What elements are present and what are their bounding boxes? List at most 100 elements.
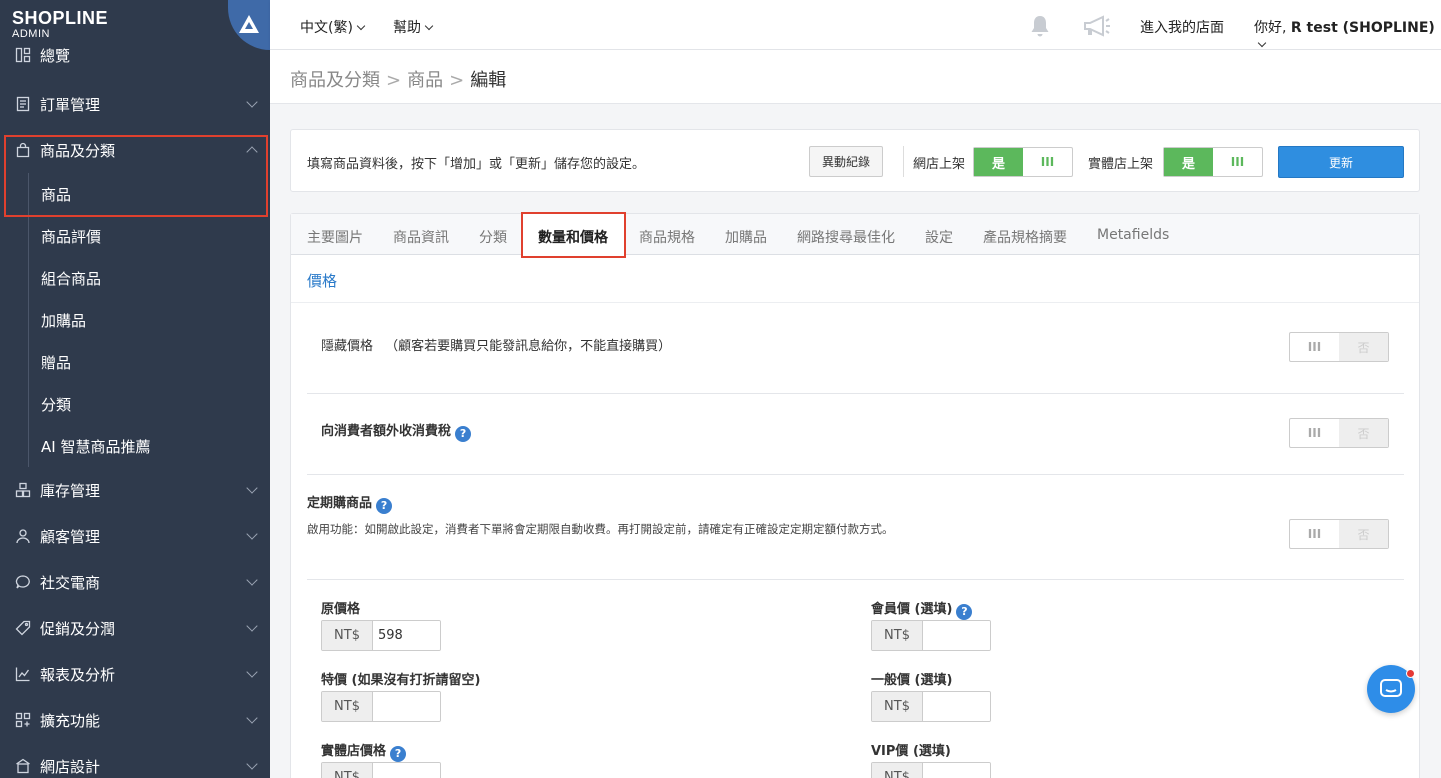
sidebar-item-extensions[interactable]: 擴充功能 [0,697,270,743]
sale-price-input[interactable]: NT$ [321,691,441,722]
general-price-input[interactable]: NT$ [871,691,991,722]
update-button[interactable]: 更新 [1278,146,1404,178]
sidebar-subitem-addons[interactable]: 加購品 [0,299,270,341]
chat-bubble-icon [14,573,32,591]
user-name: R test (SHOPLINE) [1290,20,1435,36]
tab-categories[interactable]: 分類 [479,227,507,247]
breadcrumb-level-1[interactable]: 商品及分類 [290,70,380,91]
brand-sub: ADMIN [12,28,50,40]
hide-price-toggle[interactable]: III 否 [1289,332,1389,362]
tab-seo[interactable]: 網路搜尋最佳化 [797,227,895,247]
vip-price-input[interactable]: NT$ [871,762,991,778]
sidebar-item-label: 網店設計 [40,757,101,776]
help-icon[interactable]: ? [956,603,973,620]
sidebar-item-reports[interactable]: 報表及分析 [0,651,270,697]
online-publish-toggle[interactable]: 是 III [973,147,1073,177]
sidebar-item-customers[interactable]: 顧客管理 [0,513,270,559]
tab-quantity-price[interactable]: 數量和價格 [538,227,608,247]
save-hint: 填寫商品資料後，按下「增加」或「更新」儲存您的設定。 [307,157,646,172]
chevron-down-icon [246,96,258,108]
tab-settings[interactable]: 設定 [925,227,953,247]
language-selector[interactable]: 中文(繁) [300,17,366,37]
dashboard-icon [14,46,32,64]
toggle-off-label: 否 [1339,419,1388,447]
help-menu[interactable]: 幫助 [393,17,434,37]
toggle-handle-icon: III [1307,527,1322,541]
chevron-down-icon [246,712,258,724]
sidebar-item-label: 總覽 [40,46,71,65]
change-log-button[interactable]: 異動紀錄 [809,146,883,177]
chevron-down-icon [246,666,258,678]
member-price-title: 會員價 (選填) [871,602,953,617]
chevron-down-icon [246,574,258,586]
tab-main-images[interactable]: 主要圖片 [307,227,363,247]
sidebar-item-orders[interactable]: 訂單管理 [0,81,270,127]
tab-addons[interactable]: 加購品 [725,227,767,247]
sale-price-label: 特價 (如果沒有打折請留空) [321,673,481,688]
sidebar-subitem-reviews[interactable]: 商品評價 [0,215,270,257]
extra-tax-title: 向消費者額外收消費稅 [321,424,452,439]
offline-publish-toggle[interactable]: 是 III [1163,147,1263,177]
section-title-price: 價格 [307,272,338,290]
sidebar-subitem-bundles[interactable]: 組合商品 [0,257,270,299]
sale-price-value[interactable] [373,692,440,721]
sidebar-subitem-gifts[interactable]: 贈品 [0,341,270,383]
divider [291,302,1419,303]
original-price-label: 原價格 [321,602,361,617]
tab-bar: 主要圖片 商品資訊 分類 數量和價格 商品規格 加購品 網路搜尋最佳化 設定 產… [291,212,1419,258]
general-price-value[interactable] [923,692,990,721]
toggle-on-label: 是 [1164,148,1213,176]
chevron-down-icon [246,620,258,632]
extra-tax-label: 向消費者額外收消費稅? [321,420,472,442]
bell-icon[interactable] [1029,14,1051,42]
tab-metafields[interactable]: Metafields [1097,227,1169,243]
retail-price-input[interactable]: NT$ [321,762,441,778]
store-front-link[interactable]: 進入我的店面 [1140,17,1224,37]
chevron-down-icon [424,21,434,31]
retail-price-title: 實體店價格 [321,744,387,759]
retail-price-value[interactable] [373,763,440,778]
sidebar-subitem-products[interactable]: 商品 [0,173,270,215]
sidebar-item-social[interactable]: 社交電商 [0,559,270,605]
original-price-input[interactable]: NT$ 598 [321,620,441,651]
megaphone-icon[interactable] [1083,15,1111,41]
breadcrumb-bar: 商品及分類 > 商品 > 編輯 [270,50,1441,104]
original-price-value[interactable]: 598 [373,621,440,650]
toggle-handle-icon: III [1307,426,1322,440]
vip-price-value[interactable] [923,763,990,778]
user-icon [14,527,32,545]
save-card: 填寫商品資料後，按下「增加」或「更新」儲存您的設定。 異動紀錄 網店上架 是 I… [290,129,1420,192]
sidebar-item-overview[interactable]: 總覽 [0,40,270,70]
tab-variations[interactable]: 商品規格 [639,227,695,247]
apps-icon [14,711,32,729]
online-publish-label: 網店上架 [913,157,966,172]
sidebar-item-label: 庫存管理 [40,481,101,500]
sidebar-item-promotions[interactable]: 促銷及分潤 [0,605,270,651]
member-price-input[interactable]: NT$ [871,620,991,651]
help-icon[interactable]: ? [455,425,472,442]
help-icon[interactable]: ? [390,745,407,762]
offline-publish-label: 實體店上架 [1088,157,1154,172]
sidebar-subitem-categories[interactable]: 分類 [0,383,270,425]
products-submenu: 商品 商品評價 組合商品 加購品 贈品 分類 AI 智慧商品推薦 [0,173,270,467]
chevron-down-icon [1257,38,1267,48]
help-icon[interactable]: ? [376,497,393,514]
breadcrumb-separator: > [449,70,465,91]
member-price-value[interactable] [923,621,990,650]
sidebar-item-products[interactable]: 商品及分類 [0,127,270,173]
breadcrumb-level-2[interactable]: 商品 [407,70,443,91]
tab-spec-summary[interactable]: 產品規格摘要 [983,227,1067,247]
toggle-handle-icon: III [1307,340,1322,354]
user-menu[interactable]: 你好, R test (SHOPLINE) [1254,17,1441,53]
sidebar-subitem-ai-recommend[interactable]: AI 智慧商品推薦 [0,425,270,467]
tab-product-info[interactable]: 商品資訊 [393,227,449,247]
sidebar-item-design[interactable]: 網店設計 [0,743,270,778]
subscription-toggle[interactable]: III 否 [1289,519,1389,549]
extra-tax-toggle[interactable]: III 否 [1289,418,1389,448]
inventory-icon [14,481,32,499]
toggle-on-label: 是 [974,148,1023,176]
hide-price-label: 隱藏價格 （顧客若要購買只能發訊息給你，不能直接購買） [321,335,671,354]
sidebar-item-inventory[interactable]: 庫存管理 [0,467,270,513]
hide-price-note: （顧客若要購買只能發訊息給你，不能直接購買） [385,339,672,354]
divider [307,393,1404,394]
